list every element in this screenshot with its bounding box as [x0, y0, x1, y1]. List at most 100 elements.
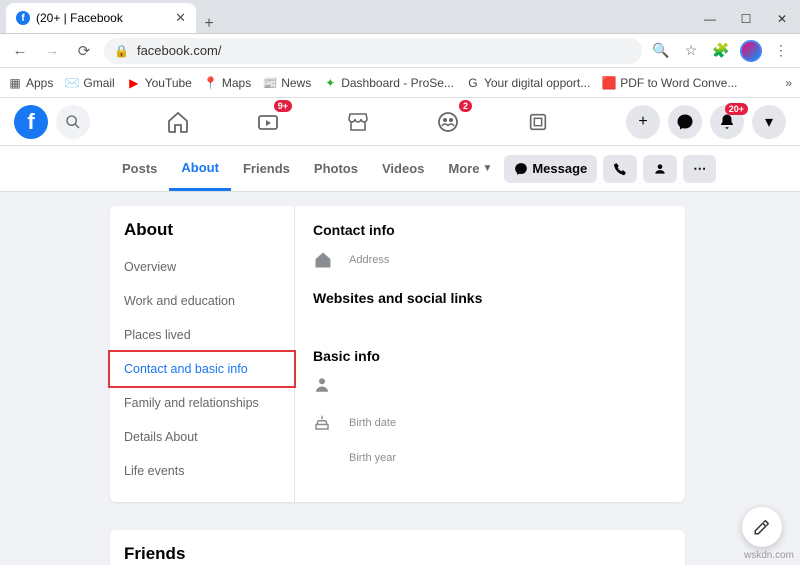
nav-watch[interactable]: 9+ [248, 102, 288, 142]
bookmark-news[interactable]: 📰News [263, 76, 311, 90]
basic-info-title: Basic info [313, 348, 667, 364]
tab-posts[interactable]: Posts [110, 146, 169, 191]
home-icon [166, 110, 190, 134]
google-icon: G [466, 76, 480, 90]
tab-friends[interactable]: Friends [231, 146, 302, 191]
bookmark-digital[interactable]: GYour digital opport... [466, 76, 590, 90]
watch-badge: 9+ [274, 100, 292, 112]
gender-field [313, 376, 667, 394]
facebook-header: f 9+ 2 + 20+ ▾ [0, 98, 800, 146]
nav-home[interactable] [158, 102, 198, 142]
bookmark-youtube[interactable]: ▶YouTube [127, 76, 192, 90]
new-tab-button[interactable]: + [196, 15, 222, 33]
bookmark-dashboard[interactable]: ✦Dashboard - ProSe... [323, 76, 454, 90]
chrome-menu-icon[interactable]: ⋮ [770, 40, 792, 62]
nav-gaming[interactable] [518, 102, 558, 142]
sidebar-item-places[interactable]: Places lived [110, 318, 294, 352]
messenger-icon [514, 162, 528, 176]
browser-tab[interactable]: f (20+ | Facebook ✕ [6, 3, 196, 33]
lock-icon: 🔒 [114, 44, 129, 58]
edit-icon [753, 518, 771, 536]
bookmarks-bar: ▦Apps ✉️Gmail ▶YouTube 📍Maps 📰News ✦Dash… [0, 68, 800, 98]
sidebar-item-contact[interactable]: Contact and basic info [108, 350, 296, 388]
facebook-header-right: + 20+ ▾ [626, 105, 786, 139]
bookmark-pdf[interactable]: 🟥PDF to Word Conve... [602, 76, 737, 90]
gaming-icon [527, 111, 549, 133]
about-main: Contact info Address Websites and social… [295, 206, 685, 502]
close-tab-icon[interactable]: ✕ [175, 10, 186, 26]
profile-avatar[interactable] [740, 40, 762, 62]
message-button[interactable]: Message [504, 155, 597, 183]
page-body: Posts About Friends Photos Videos More▼ … [0, 146, 800, 565]
maximize-button[interactable]: ☐ [728, 5, 764, 33]
friends-heading: Friends [124, 544, 185, 563]
reload-button[interactable]: ⟳ [72, 39, 96, 63]
forward-button[interactable]: → [40, 39, 64, 63]
person-icon [653, 162, 667, 176]
friends-card: Friends [110, 530, 685, 565]
facebook-nav: 9+ 2 [90, 102, 626, 142]
tab-photos[interactable]: Photos [302, 146, 370, 191]
bell-icon [718, 113, 736, 131]
pdf-icon: 🟥 [602, 76, 616, 90]
groups-icon [436, 110, 460, 134]
nav-marketplace[interactable] [338, 102, 378, 142]
add-friend-button[interactable] [643, 155, 677, 183]
facebook-favicon: f [16, 11, 30, 25]
watermark: wskdn.com [744, 550, 794, 561]
url-text: facebook.com/ [137, 43, 222, 58]
sidebar-item-family[interactable]: Family and relationships [110, 386, 294, 420]
back-button[interactable]: ← [8, 39, 32, 63]
phone-icon [613, 162, 627, 176]
chevron-down-icon: ▼ [482, 163, 492, 174]
birthyear-field: Birth year [313, 452, 667, 464]
address-label: Address [349, 254, 389, 266]
birthyear-label: Birth year [349, 452, 396, 464]
home-icon [313, 250, 335, 270]
browser-toolbar: ← → ⟳ 🔒 facebook.com/ 🔍 ☆ 🧩 ⋮ [0, 34, 800, 68]
account-menu-button[interactable]: ▾ [752, 105, 786, 139]
bookmark-gmail[interactable]: ✉️Gmail [65, 76, 114, 90]
window-controls: — ☐ ✕ [692, 5, 800, 33]
sidebar-item-life[interactable]: Life events [110, 454, 294, 488]
tab-about[interactable]: About [169, 146, 231, 191]
extensions-icon[interactable]: 🧩 [710, 40, 732, 62]
about-sidebar: About Overview Work and education Places… [110, 206, 295, 502]
facebook-logo[interactable]: f [14, 105, 48, 139]
about-content: About Overview Work and education Places… [0, 192, 800, 516]
apps-icon: ▦ [8, 76, 22, 90]
tab-more[interactable]: More▼ [436, 146, 504, 191]
facebook-search-button[interactable] [56, 105, 90, 139]
zoom-icon[interactable]: 🔍 [650, 40, 672, 62]
bookmarks-overflow[interactable]: » [785, 76, 792, 90]
create-button[interactable]: + [626, 105, 660, 139]
groups-badge: 2 [459, 100, 472, 112]
nav-groups[interactable]: 2 [428, 102, 468, 142]
edit-fab[interactable] [742, 507, 782, 547]
sidebar-item-work[interactable]: Work and education [110, 284, 294, 318]
address-bar[interactable]: 🔒 facebook.com/ [104, 38, 642, 64]
bookmark-apps[interactable]: ▦Apps [8, 76, 53, 90]
profile-tabs: Posts About Friends Photos Videos More▼ … [0, 146, 800, 192]
minimize-button[interactable]: — [692, 5, 728, 33]
address-field: Address [313, 250, 667, 270]
bookmark-star-icon[interactable]: ☆ [680, 40, 702, 62]
about-card: About Overview Work and education Places… [110, 206, 685, 502]
birthdate-field: Birth date [313, 414, 667, 432]
about-heading: About [110, 220, 294, 250]
close-window-button[interactable]: ✕ [764, 5, 800, 33]
more-actions-button[interactable]: ⋯ [683, 155, 716, 183]
bookmark-maps[interactable]: 📍Maps [204, 76, 251, 90]
marketplace-icon [346, 110, 370, 134]
contact-info-title: Contact info [313, 222, 667, 238]
call-button[interactable] [603, 155, 637, 183]
maps-icon: 📍 [204, 76, 218, 90]
websites-title: Websites and social links [313, 290, 667, 306]
news-icon: 📰 [263, 76, 277, 90]
tab-videos[interactable]: Videos [370, 146, 436, 191]
notif-badge: 20+ [725, 103, 748, 115]
messenger-button[interactable] [668, 105, 702, 139]
notifications-button[interactable]: 20+ [710, 105, 744, 139]
sidebar-item-overview[interactable]: Overview [110, 250, 294, 284]
sidebar-item-details[interactable]: Details About [110, 420, 294, 454]
